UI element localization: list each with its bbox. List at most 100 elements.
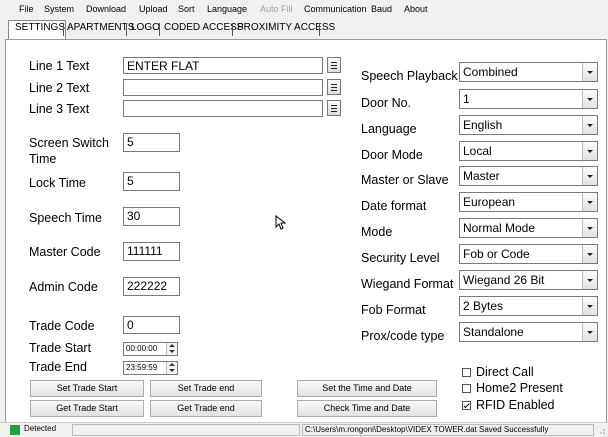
date-format-label: Date format (361, 199, 427, 213)
set-trade-start-button[interactable]: Set Trade Start (30, 380, 144, 397)
rfid-enabled-label: RFID Enabled (476, 398, 555, 412)
menu-auto-fill: Auto Fill (260, 4, 293, 14)
language-value: English (463, 118, 503, 132)
chevron-down-icon[interactable] (582, 193, 597, 211)
rfid-enabled-checkbox[interactable] (462, 401, 471, 410)
fob-format-value: 2 Bytes (463, 299, 504, 313)
line1-input[interactable]: ENTER FLAT (123, 57, 323, 74)
connection-status-text: Detected (24, 424, 57, 433)
menu-sort[interactable]: Sort (178, 4, 195, 14)
chevron-down-icon[interactable] (582, 142, 597, 160)
tab-apartments[interactable]: APARTMENTS (67, 22, 134, 33)
chevron-down-icon[interactable] (582, 219, 597, 237)
door-mode-value: Local (463, 144, 492, 158)
chevron-down-icon[interactable] (582, 167, 597, 185)
chevron-down-icon[interactable] (582, 271, 597, 289)
trade-code-label: Trade Code (29, 319, 95, 333)
trade-end-time-value: 23:59:59 (126, 363, 158, 372)
security-level-select[interactable]: Fob or Code (459, 244, 598, 264)
menu-language[interactable]: Language (207, 4, 247, 14)
security-level-value: Fob or Code (463, 247, 530, 261)
fob-format-select[interactable]: 2 Bytes (459, 296, 598, 316)
menu-bar: File System Download Upload Sort Languag… (0, 0, 608, 20)
admin-code-label: Admin Code (29, 280, 98, 294)
language-select[interactable]: English (459, 115, 598, 135)
master-slave-select[interactable]: Master (459, 166, 598, 186)
connection-status-icon (10, 425, 20, 435)
line1-label: Line 1 Text (29, 59, 90, 73)
menu-system[interactable]: System (44, 4, 74, 14)
menu-upload[interactable]: Upload (139, 4, 168, 14)
trade-code-input[interactable]: 0 (123, 316, 180, 334)
screen-switch-time-input[interactable]: 5 (123, 133, 180, 152)
resize-grip-icon[interactable] (596, 425, 606, 435)
chevron-down-icon[interactable] (582, 116, 597, 134)
mouse-cursor-icon (275, 215, 286, 230)
prox-type-value: Standalone (463, 325, 524, 339)
master-slave-value: Master (463, 169, 500, 183)
trade-start-spinner[interactable] (166, 343, 177, 355)
wiegand-format-label: Wiegand Format (361, 277, 454, 291)
chevron-down-icon[interactable] (582, 323, 597, 341)
line2-list-button[interactable] (327, 79, 341, 95)
tab-settings[interactable]: SETTINGS (15, 22, 65, 33)
speech-time-label: Speech Time (29, 211, 102, 225)
trade-end-label: Trade End (29, 360, 87, 374)
tab-divider (319, 23, 320, 36)
trade-start-time-picker[interactable]: 00:00:00 (123, 342, 178, 356)
prox-type-label: Prox/code type (361, 329, 445, 343)
door-no-value: 1 (463, 92, 470, 106)
date-format-select[interactable]: European (459, 192, 598, 212)
line2-label: Line 2 Text (29, 81, 90, 95)
lock-time-input[interactable]: 5 (123, 172, 180, 191)
check-time-date-button[interactable]: Check Time and Date (297, 400, 437, 417)
set-trade-end-button[interactable]: Set Trade end (150, 380, 262, 397)
tab-divider (126, 23, 127, 36)
set-time-date-button[interactable]: Set the Time and Date (297, 380, 437, 397)
menu-communication[interactable]: Communication (304, 4, 367, 14)
status-progress-cell (72, 424, 300, 436)
chevron-down-icon[interactable] (582, 297, 597, 315)
speech-playback-select[interactable]: Combined (459, 62, 598, 82)
chevron-down-icon[interactable] (582, 245, 597, 263)
mode-label: Mode (361, 225, 393, 239)
speech-time-input[interactable]: 30 (123, 207, 180, 226)
menu-download[interactable]: Download (86, 4, 126, 14)
tab-divider (159, 23, 160, 36)
security-level-label: Security Level (361, 251, 440, 265)
chevron-down-icon[interactable] (582, 63, 597, 81)
line3-label: Line 3 Text (29, 102, 90, 116)
tab-proximity-access[interactable]: PROXIMITY ACCESS (237, 22, 335, 33)
tab-divider (232, 23, 233, 36)
direct-call-checkbox[interactable] (462, 368, 471, 377)
door-mode-select[interactable]: Local (459, 141, 598, 161)
door-no-select[interactable]: 1 (459, 89, 598, 109)
prox-type-select[interactable]: Standalone (459, 322, 598, 342)
master-code-input[interactable]: 111111 (123, 242, 180, 261)
home2-present-checkbox[interactable] (462, 384, 471, 393)
trade-end-spinner[interactable] (166, 362, 177, 374)
line2-input[interactable] (123, 79, 323, 96)
menu-file[interactable]: File (19, 4, 34, 14)
line1-list-button[interactable] (327, 57, 341, 73)
chevron-down-icon[interactable] (582, 90, 597, 108)
mode-value: Normal Mode (463, 221, 536, 235)
get-trade-start-button[interactable]: Get Trade Start (30, 400, 144, 417)
trade-start-label: Trade Start (29, 341, 92, 355)
tab-divider (63, 23, 64, 36)
trade-end-time-picker[interactable]: 23:59:59 (123, 361, 178, 375)
line3-input[interactable] (123, 100, 323, 117)
fob-format-label: Fob Format (361, 303, 426, 317)
get-trade-end-button[interactable]: Get Trade end (150, 400, 262, 417)
wiegand-format-select[interactable]: Wiegand 26 Bit (459, 270, 598, 290)
line3-list-button[interactable] (327, 100, 341, 116)
tab-logo[interactable]: LOGO (131, 22, 160, 33)
menu-about[interactable]: About (404, 4, 428, 14)
screen-switch-time-label: Screen Switch Time (29, 136, 109, 166)
admin-code-input[interactable]: 222222 (123, 277, 180, 296)
menu-baud[interactable]: Baud (371, 4, 392, 14)
door-mode-label: Door Mode (361, 148, 423, 162)
status-bar: Detected C:\Users\m.rongoni\Desktop\VIDE… (0, 422, 608, 437)
mode-select[interactable]: Normal Mode (459, 218, 598, 238)
direct-call-label: Direct Call (476, 365, 534, 379)
